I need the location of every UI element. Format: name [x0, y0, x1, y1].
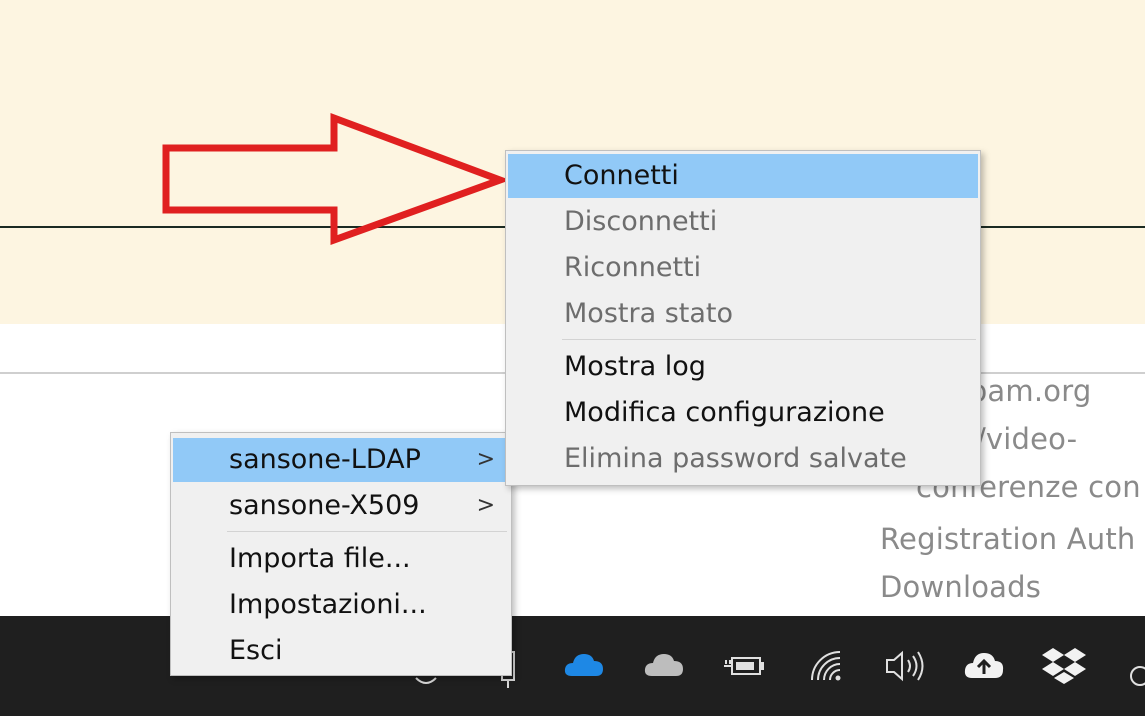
chevron-right-icon: >	[476, 493, 495, 518]
menu-item-riconnetti[interactable]: Riconnetti	[508, 246, 978, 290]
menu-item-sansone-x509[interactable]: sansone-X509 >	[173, 484, 509, 528]
bg-link-registration[interactable]: Registration Auth	[880, 522, 1135, 556]
menu-item-label: Importa file...	[229, 543, 411, 574]
chevron-right-icon: >	[476, 447, 495, 472]
cloud-upload-icon[interactable]	[962, 648, 1006, 682]
menu-item-esci[interactable]: Esci	[173, 629, 509, 673]
bg-link-downloads[interactable]: Downloads	[880, 570, 1041, 604]
menu-item-disconnetti[interactable]: Disconnetti	[508, 200, 978, 244]
menu-separator	[562, 339, 976, 340]
menu-item-modifica-configurazione[interactable]: Modifica configurazione	[508, 391, 978, 435]
menu-item-mostra-stato[interactable]: Mostra stato	[508, 292, 978, 336]
menu-item-label: Mostra log	[564, 351, 706, 382]
menu-item-label: Mostra stato	[564, 298, 734, 329]
menu-item-sansone-ldap[interactable]: sansone-LDAP >	[173, 438, 509, 482]
menu-item-label: sansone-X509	[229, 490, 420, 521]
battery-charging-icon[interactable]	[722, 650, 766, 680]
onedrive-gray-icon[interactable]	[642, 650, 686, 680]
volume-icon[interactable]	[884, 648, 926, 684]
connection-submenu: Connetti Disconnetti Riconnetti Mostra s…	[505, 150, 981, 486]
menu-item-impostazioni[interactable]: Impostazioni...	[173, 583, 509, 627]
menu-item-label: sansone-LDAP	[229, 444, 421, 475]
dropbox-icon[interactable]	[1042, 646, 1086, 686]
menu-item-label: Elimina password salvate	[564, 443, 907, 474]
partial-tray-icon[interactable]	[1126, 662, 1145, 690]
menu-item-importa-file[interactable]: Importa file...	[173, 537, 509, 581]
wifi-icon[interactable]	[808, 648, 844, 684]
red-arrow-annotation	[162, 112, 510, 245]
menu-item-label: Esci	[229, 635, 283, 666]
menu-item-label: Riconnetti	[564, 252, 702, 283]
menu-item-label: Modifica configurazione	[564, 397, 885, 428]
menu-separator	[227, 531, 507, 532]
menu-item-mostra-log[interactable]: Mostra log	[508, 345, 978, 389]
onedrive-blue-icon[interactable]	[562, 650, 606, 680]
tray-context-menu: sansone-LDAP > sansone-X509 > Importa fi…	[170, 432, 512, 676]
menu-item-label: Connetti	[564, 160, 679, 191]
menu-item-label: Impostazioni...	[229, 589, 427, 620]
menu-item-label: Disconnetti	[564, 206, 718, 237]
menu-item-elimina-password[interactable]: Elimina password salvate	[508, 437, 978, 481]
menu-item-connetti[interactable]: Connetti	[508, 154, 978, 198]
